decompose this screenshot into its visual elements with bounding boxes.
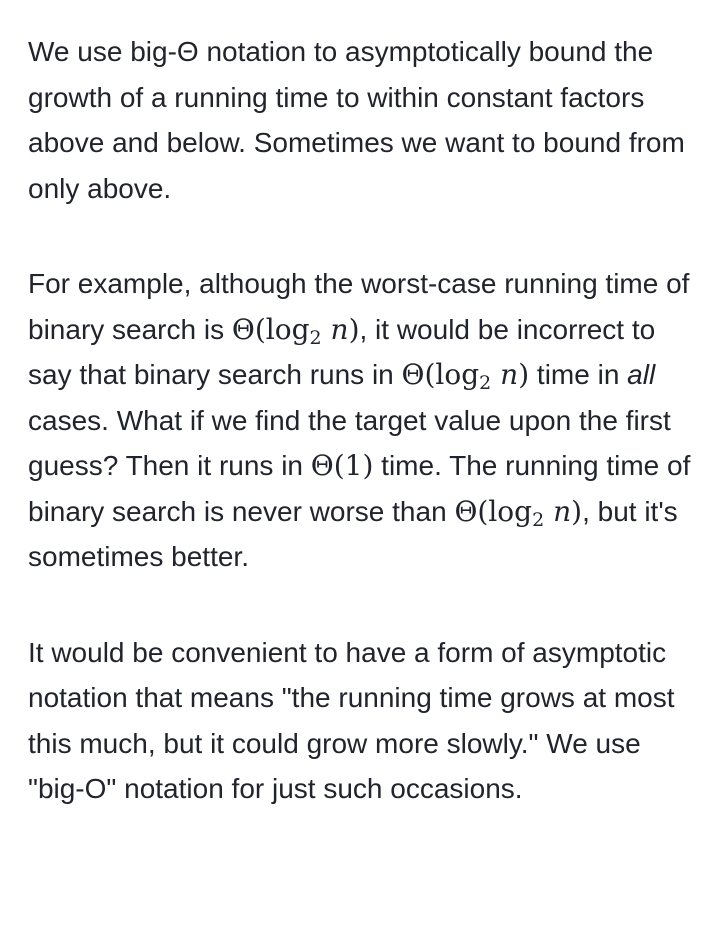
math-theta-1: Θ(1) <box>310 449 374 482</box>
paragraph-example: For example, although the worst-case run… <box>28 261 696 580</box>
paragraph-big-o: It would be convenient to have a form of… <box>28 636 675 805</box>
emphasis-all: all <box>627 359 656 390</box>
paragraph-intro: We use big-Θ notation to asymptotically … <box>28 36 685 204</box>
math-theta-log-n: Θ(log2 n) <box>454 494 583 531</box>
math-theta-log-n: Θ(log2 n) <box>231 312 360 349</box>
article-body: We use big-Θ notation to asymptotically … <box>28 29 696 812</box>
math-theta-log-n: Θ(log2 n) <box>401 358 530 394</box>
paragraph-text: time in <box>529 359 628 390</box>
